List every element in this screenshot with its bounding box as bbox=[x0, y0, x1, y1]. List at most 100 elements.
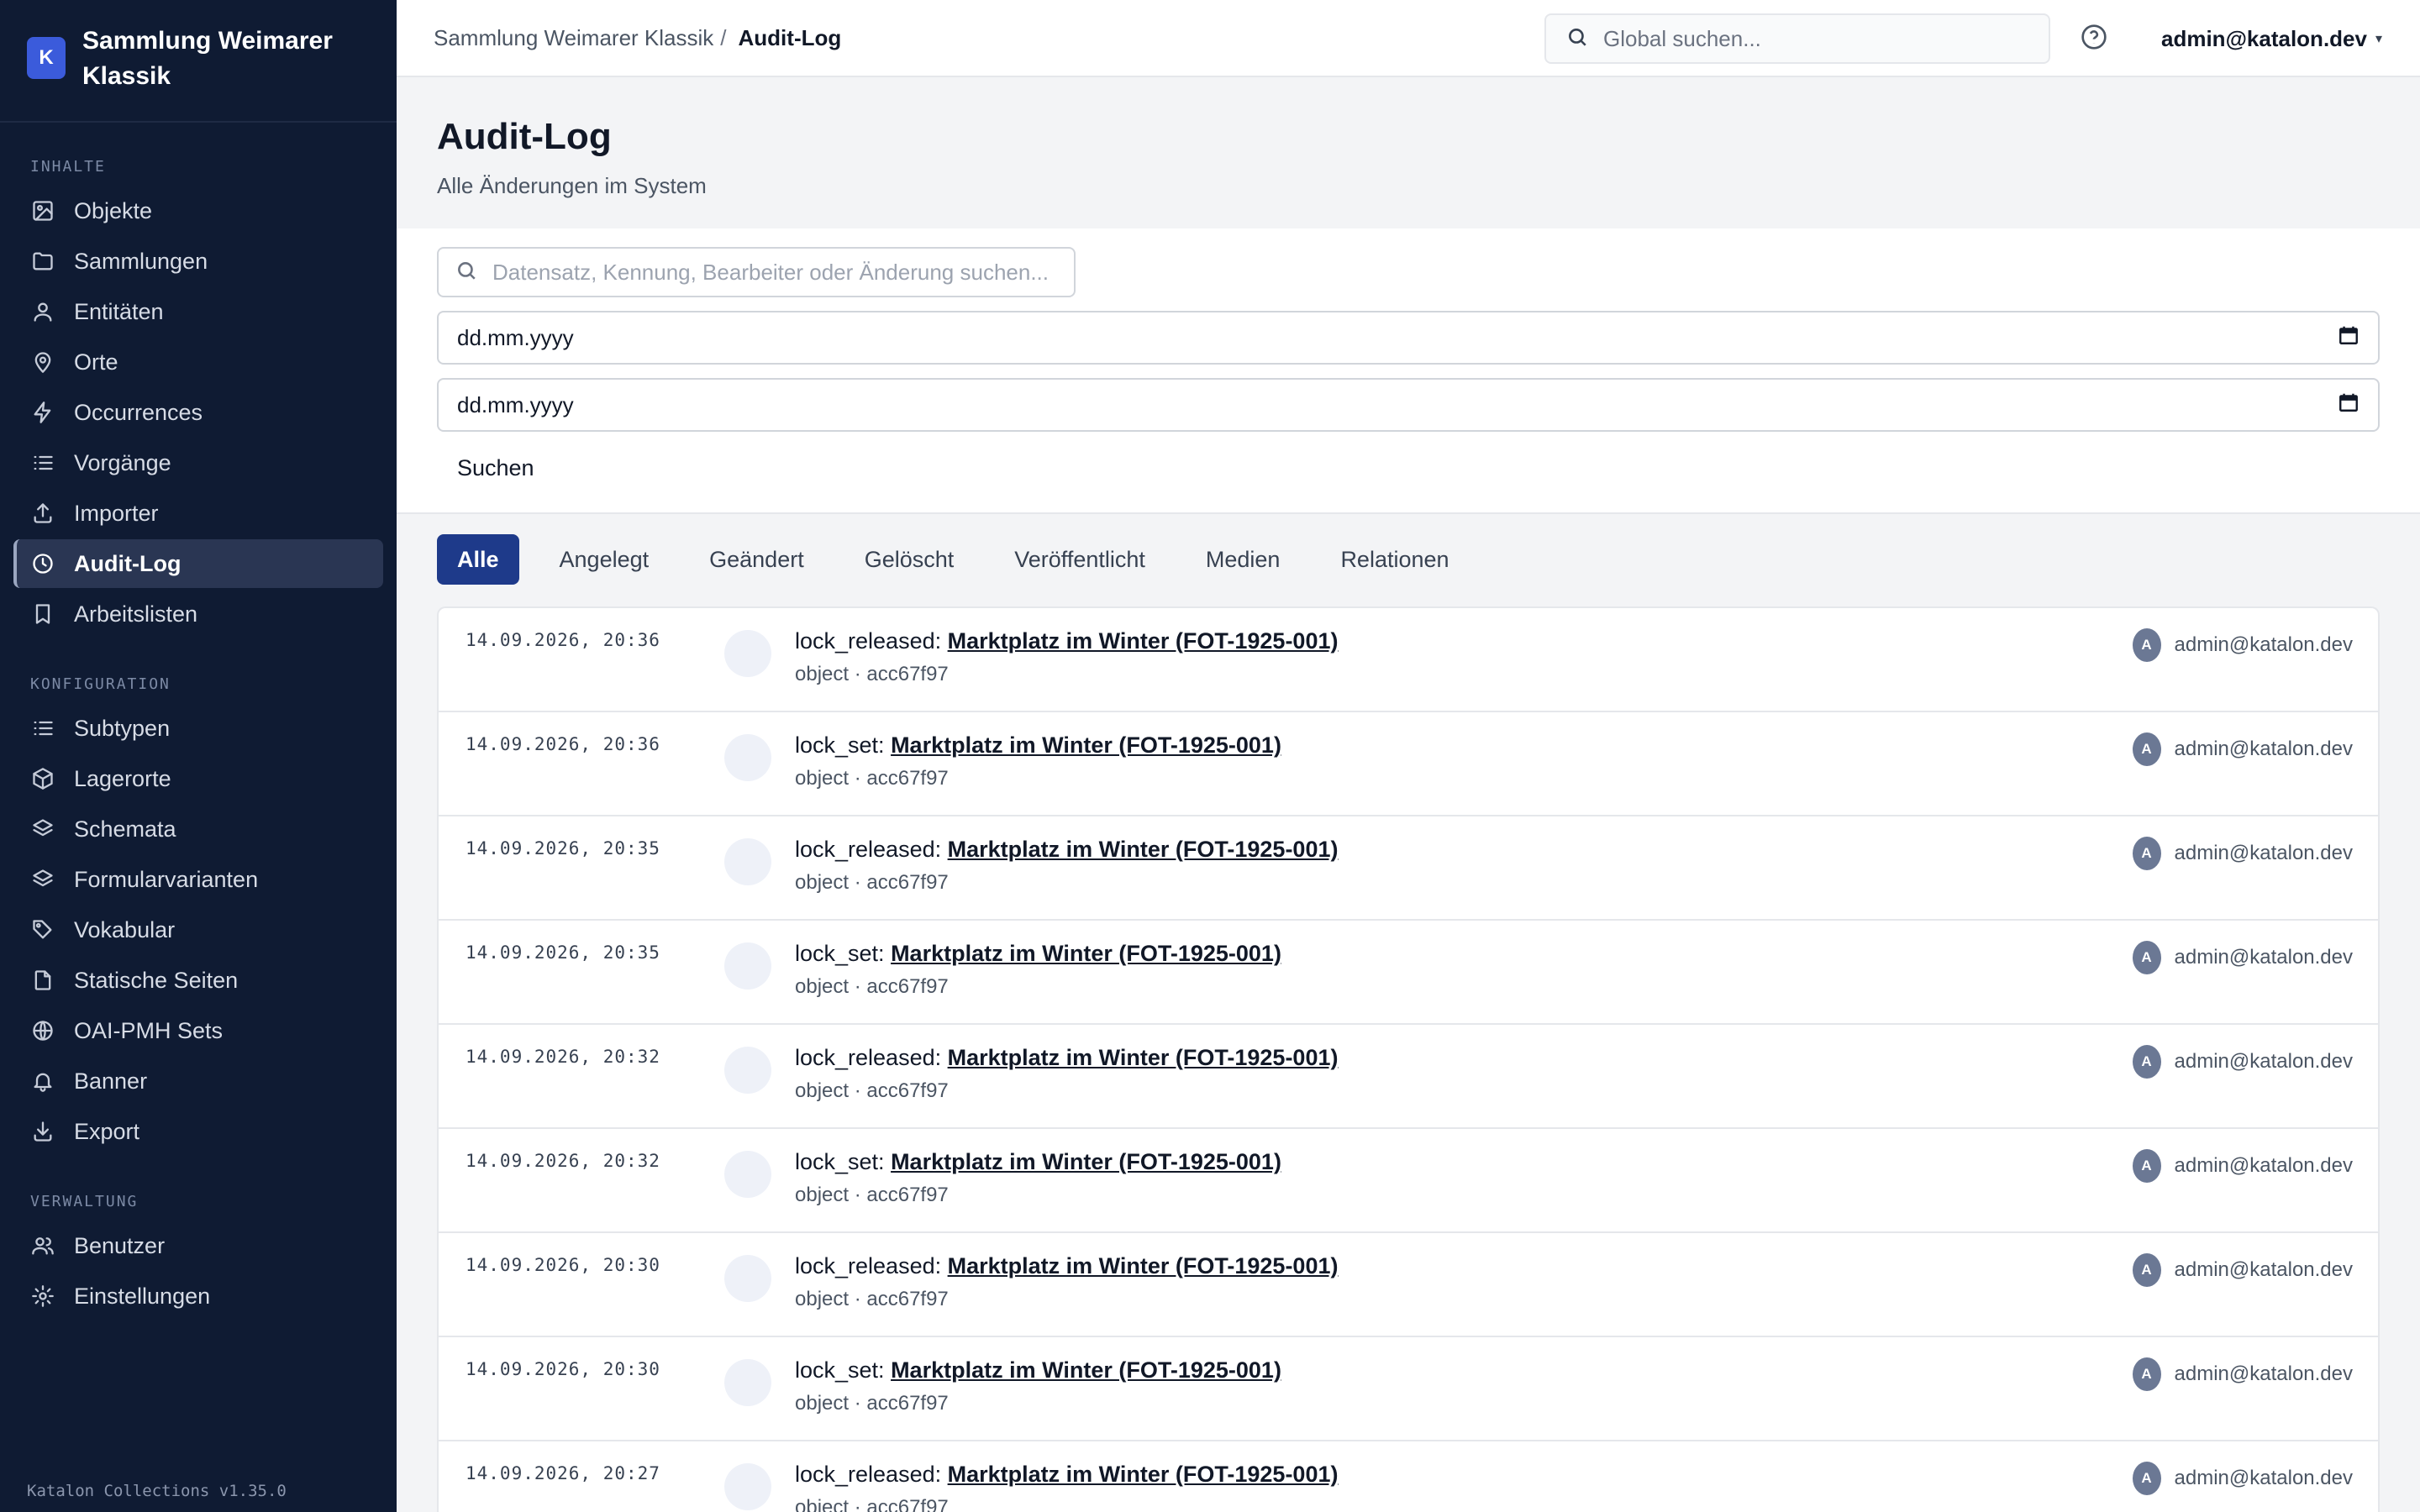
sidebar-item-subtypen[interactable]: Subtypen bbox=[13, 704, 383, 753]
page-subtitle: Alle Änderungen im System bbox=[437, 173, 707, 198]
tab-medien[interactable]: Medien bbox=[1186, 534, 1301, 585]
sidebar-item-export[interactable]: Export bbox=[13, 1107, 383, 1156]
log-target-link[interactable]: Marktplatz im Winter (FOT-1925-001) bbox=[948, 1045, 1339, 1070]
sidebar-item-orte[interactable]: Orte bbox=[13, 338, 383, 386]
tab-veröffentlicht[interactable]: Veröffentlicht bbox=[994, 534, 1165, 585]
event-type-icon bbox=[724, 1047, 771, 1094]
help-icon[interactable] bbox=[2081, 24, 2111, 54]
event-type-icon bbox=[724, 1359, 771, 1406]
sidebar-item-label: Schemata bbox=[74, 816, 176, 842]
search-icon bbox=[1566, 26, 1588, 52]
log-target-link[interactable]: Marktplatz im Winter (FOT-1925-001) bbox=[891, 941, 1281, 966]
sidebar-item-einstellungen[interactable]: Einstellungen bbox=[13, 1272, 383, 1320]
avatar: A bbox=[2132, 1357, 2161, 1391]
log-actor: A admin@katalon.dev bbox=[2132, 1149, 2353, 1183]
sidebar-item-schemata[interactable]: Schemata bbox=[13, 805, 383, 853]
log-actor: A admin@katalon.dev bbox=[2132, 1045, 2353, 1079]
log-entry-row: 14.09.2026, 20:32 lock_released: Marktpl… bbox=[439, 1025, 2378, 1129]
event-type-icon bbox=[724, 942, 771, 990]
tab-alle[interactable]: Alle bbox=[437, 534, 519, 585]
bolt-icon bbox=[30, 400, 55, 425]
list-icon bbox=[30, 716, 55, 741]
log-actor-email: admin@katalon.dev bbox=[2174, 946, 2353, 969]
event-type-icon bbox=[724, 1463, 771, 1510]
log-search-input[interactable] bbox=[492, 259, 1064, 286]
avatar: A bbox=[2132, 941, 2161, 974]
sidebar-item-vorgänge[interactable]: Vorgänge bbox=[13, 438, 383, 487]
tab-gelöscht[interactable]: Gelöscht bbox=[844, 534, 975, 585]
list-icon bbox=[30, 450, 55, 475]
log-target-link[interactable]: Marktplatz im Winter (FOT-1925-001) bbox=[948, 837, 1339, 862]
user-icon bbox=[30, 299, 55, 324]
filter-tabs: Alle Angelegt Geändert Gelöscht Veröffentlic… bbox=[397, 514, 2420, 605]
nav-section-title: VERWALTUNG bbox=[30, 1193, 139, 1210]
breadcrumb-parent[interactable]: Sammlung Weimarer Klassik bbox=[434, 25, 713, 51]
sidebar-nav: INHALTE Objekte Sammlungen Entitäten Ort… bbox=[0, 123, 397, 1322]
log-action-type: lock_set: bbox=[795, 1149, 892, 1174]
page-title: Audit-Log bbox=[437, 116, 612, 157]
sidebar-item-arbeitslisten[interactable]: Arbeitslisten bbox=[13, 590, 383, 638]
log-target-link[interactable]: Marktplatz im Winter (FOT-1925-001) bbox=[948, 628, 1339, 654]
sidebar-item-occurrences[interactable]: Occurrences bbox=[13, 388, 383, 437]
log-entry-row: 14.09.2026, 20:35 lock_released: Marktpl… bbox=[439, 816, 2378, 921]
log-action-type: lock_released: bbox=[795, 1253, 948, 1278]
avatar: A bbox=[2132, 1462, 2161, 1495]
tab-geändert[interactable]: Geändert bbox=[689, 534, 824, 585]
sidebar-item-label: Objekte bbox=[74, 197, 153, 223]
sidebar-item-statische-seiten[interactable]: Statische Seiten bbox=[13, 956, 383, 1005]
chevron-down-icon: ▾ bbox=[2375, 32, 2382, 46]
log-action: lock_set: Marktplatz im Winter (FOT-1925… bbox=[795, 1357, 1281, 1383]
tab-relationen[interactable]: Relationen bbox=[1320, 534, 1469, 585]
sidebar-item-vokabular[interactable]: Vokabular bbox=[13, 906, 383, 954]
log-search[interactable] bbox=[437, 247, 1076, 297]
sidebar-item-objekte[interactable]: Objekte bbox=[13, 186, 383, 235]
nav-section-title: INHALTE bbox=[30, 158, 106, 176]
log-timestamp: 14.09.2026, 20:35 bbox=[466, 942, 660, 963]
sidebar-item-banner[interactable]: Banner bbox=[13, 1057, 383, 1105]
log-action: lock_set: Marktplatz im Winter (FOT-1925… bbox=[795, 941, 1281, 967]
box-icon bbox=[30, 766, 55, 791]
event-type-icon bbox=[724, 630, 771, 677]
sidebar-item-label: Arbeitslisten bbox=[74, 601, 198, 627]
sidebar-item-label: Banner bbox=[74, 1068, 148, 1094]
sidebar-item-lagerorte[interactable]: Lagerorte bbox=[13, 754, 383, 803]
log-timestamp: 14.09.2026, 20:27 bbox=[466, 1463, 660, 1483]
user-menu[interactable]: admin@katalon.dev ▾ bbox=[2161, 0, 2382, 77]
sidebar-item-benutzer[interactable]: Benutzer bbox=[13, 1221, 383, 1270]
global-search[interactable] bbox=[1544, 13, 2050, 64]
date-from-field[interactable]: dd.mm.yyyy bbox=[437, 311, 2380, 365]
log-target-link[interactable]: Marktplatz im Winter (FOT-1925-001) bbox=[891, 732, 1281, 758]
log-action: lock_released: Marktplatz im Winter (FOT… bbox=[795, 628, 1338, 654]
brand[interactable]: K Sammlung Weimarer Klassik bbox=[0, 0, 397, 123]
search-button[interactable]: Suchen bbox=[437, 447, 555, 489]
log-action-type: lock_released: bbox=[795, 1045, 948, 1070]
log-meta: object · acc67f97 bbox=[795, 663, 949, 685]
calendar-icon[interactable] bbox=[2338, 391, 2360, 419]
date-to-field[interactable]: dd.mm.yyyy bbox=[437, 378, 2380, 432]
log-target-link[interactable]: Marktplatz im Winter (FOT-1925-001) bbox=[891, 1149, 1281, 1174]
sidebar-item-formularvarianten[interactable]: Formularvarianten bbox=[13, 855, 383, 904]
brand-name: Sammlung Weimarer Klassik bbox=[82, 27, 333, 90]
map-pin-icon bbox=[30, 349, 55, 375]
sidebar-item-importer[interactable]: Importer bbox=[13, 489, 383, 538]
user-email: admin@katalon.dev bbox=[2161, 25, 2367, 51]
tab-angelegt[interactable]: Angelegt bbox=[539, 534, 670, 585]
log-action-type: lock_set: bbox=[795, 732, 892, 758]
log-action: lock_released: Marktplatz im Winter (FOT… bbox=[795, 837, 1338, 863]
log-target-link[interactable]: Marktplatz im Winter (FOT-1925-001) bbox=[948, 1253, 1339, 1278]
sidebar-item-entitäten[interactable]: Entitäten bbox=[13, 287, 383, 336]
globe-icon bbox=[30, 1018, 55, 1043]
log-actor-email: admin@katalon.dev bbox=[2174, 633, 2353, 656]
calendar-icon[interactable] bbox=[2338, 324, 2360, 352]
log-action: lock_set: Marktplatz im Winter (FOT-1925… bbox=[795, 1149, 1281, 1175]
global-search-input[interactable] bbox=[1603, 25, 2023, 52]
avatar: A bbox=[2132, 1149, 2161, 1183]
upload-icon bbox=[30, 501, 55, 526]
log-target-link[interactable]: Marktplatz im Winter (FOT-1925-001) bbox=[891, 1357, 1281, 1383]
event-type-icon bbox=[724, 838, 771, 885]
sidebar-item-sammlungen[interactable]: Sammlungen bbox=[13, 237, 383, 286]
log-target-link[interactable]: Marktplatz im Winter (FOT-1925-001) bbox=[948, 1462, 1339, 1487]
sidebar-item-audit-log[interactable]: Audit-Log bbox=[13, 539, 383, 588]
event-type-icon bbox=[724, 734, 771, 781]
sidebar-item-oai-pmh-sets[interactable]: OAI-PMH Sets bbox=[13, 1006, 383, 1055]
